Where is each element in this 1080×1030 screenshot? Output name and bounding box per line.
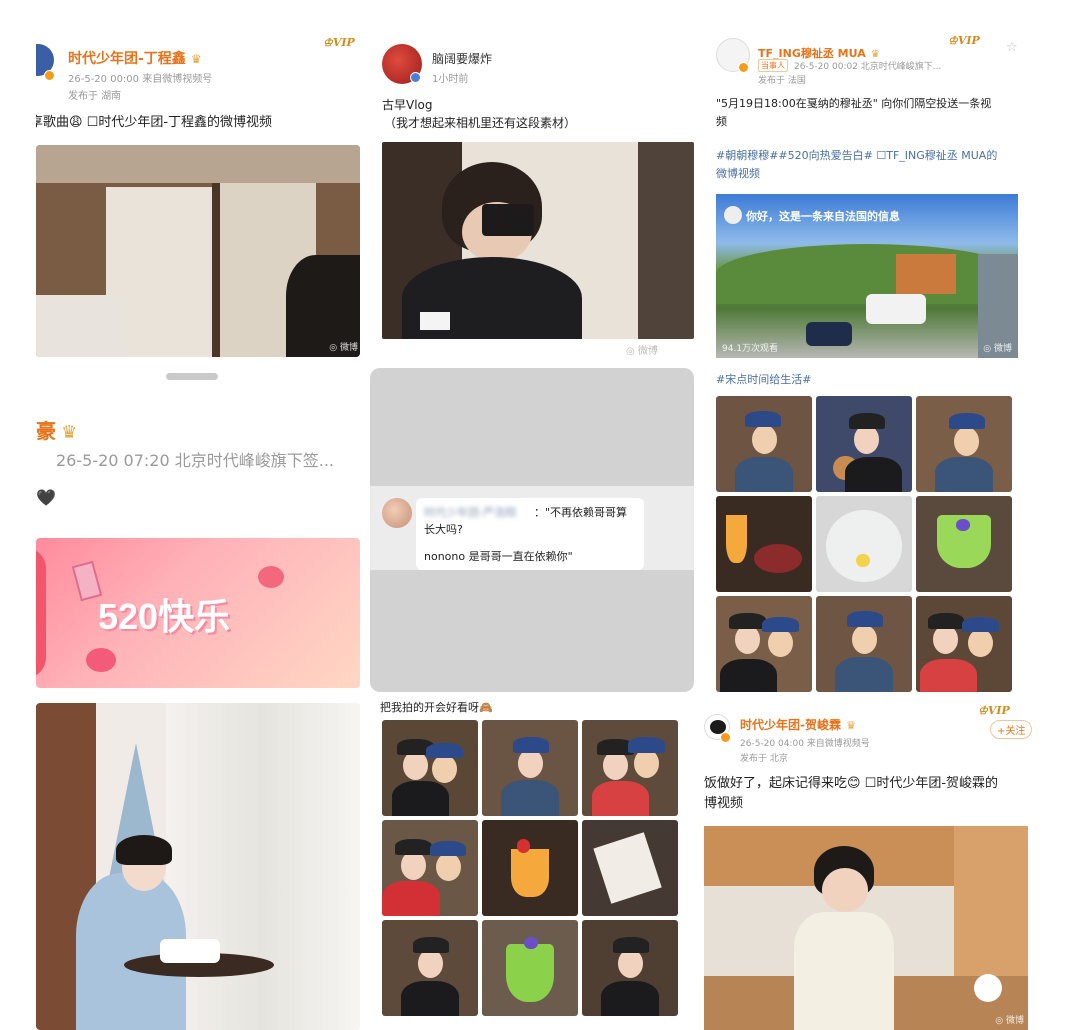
video-caption: 你好，这是一条来自法国的信息 <box>746 210 900 223</box>
verified-badge-icon-right <box>738 62 749 73</box>
banner-520[interactable]: 520快乐 <box>36 538 360 688</box>
quote-avatar <box>382 498 412 528</box>
grid-photo-r3[interactable] <box>916 396 1012 492</box>
verified-badge-icon-mid <box>410 72 421 83</box>
author-name-2[interactable]: 豪 <box>36 419 56 443</box>
grid-photo-5[interactable] <box>482 820 578 916</box>
insider-chip: 当事人 <box>758 59 788 72</box>
author-name[interactable]: 时代少年团-丁程鑫 <box>68 51 186 67</box>
author-name-mid[interactable]: 脑阔要爆炸 <box>432 50 492 67</box>
post-tag-right-2[interactable]: #宋点时间给生活# <box>716 370 811 389</box>
follow-button[interactable]: +关注 <box>990 720 1033 739</box>
grid-photo-r7[interactable] <box>716 596 812 692</box>
post-location-right-3: 发布于 北京 <box>740 754 788 764</box>
grid-photo-1[interactable] <box>382 720 478 816</box>
kitchen-video-thumbnail[interactable]: ◎ 微博 <box>704 826 1028 1030</box>
grid-photo-4[interactable] <box>382 820 478 916</box>
column-left: 时代少年团-丁程鑫 ♛ ♔VIP 26-5-20 00:00 来自微博视频号 发… <box>36 30 360 1030</box>
post-text-right-3-2: 博视频 <box>704 796 744 811</box>
video-channel-avatar <box>724 206 742 224</box>
vlog-video-thumbnail[interactable] <box>382 142 694 339</box>
video-watermark-right-3: ◎ 微博 <box>995 1016 1024 1026</box>
post-text-right-3-1: 饭做好了，起床记得来吃😊 ☐时代少年团-贺峻霖的 <box>704 776 999 791</box>
grid-photo-r2[interactable] <box>816 396 912 492</box>
strawberry-icon <box>258 566 284 588</box>
quote-author-blur: 时代少年团-严浩翔 <box>424 506 516 519</box>
grid-photo-r4[interactable] <box>716 496 812 592</box>
post-text-right-1: "5月19日18:00在戛纳的穆祉丞" 向你们隔空投送一条视 <box>716 97 992 110</box>
video-watermark: ◎ 微博 <box>329 343 358 353</box>
grid-photo-2[interactable] <box>482 720 578 816</box>
grid-photo-r9[interactable] <box>916 596 1012 692</box>
milk-carton-icon <box>71 560 103 602</box>
grid-photo-7[interactable] <box>382 920 478 1016</box>
post-text-right-2: 频 <box>716 115 727 128</box>
grid-photo-r5[interactable] <box>816 496 912 592</box>
post-text-mid-3: 把我拍的开会好看呀🙈 <box>380 701 493 714</box>
grid-photo-9[interactable] <box>582 920 678 1016</box>
video-watermark-right: ◎ 微博 <box>983 344 1012 354</box>
post-location-right: 发布于 法国 <box>758 76 806 86</box>
post-location: 发布于 湖南 <box>68 91 122 102</box>
drag-handle[interactable] <box>166 373 218 380</box>
grid-photo-6[interactable] <box>582 820 678 916</box>
post-photo[interactable] <box>36 703 360 1030</box>
heart-icon <box>86 648 116 672</box>
post-text-mid-1: 古早Vlog <box>382 98 433 112</box>
post-time-source-right: 26-5-20 00:02 北京时代峰峻旗下... <box>794 62 942 72</box>
crown-icon-right-3: ♛ <box>846 719 856 732</box>
post-time-source-right-3: 26-5-20 04:00 来自微博视频号 <box>740 739 870 749</box>
post-tags-right-1[interactable]: #朝朝穆穆##520向热爱告白# ☐TF_ING穆祉丞 MUA的 <box>716 146 997 165</box>
video-views: 94.1万次观看 <box>722 344 779 354</box>
verified-badge-icon <box>44 70 55 81</box>
grid-photo-r8[interactable] <box>816 596 912 692</box>
post-tags-right-2[interactable]: 微博视频 <box>716 164 760 183</box>
grid-photo-r1[interactable] <box>716 396 812 492</box>
grid-photo-r6[interactable] <box>916 496 1012 592</box>
post-text-2: 🖤 <box>36 488 56 507</box>
quote-line-1: ："不再依赖哥哥算 <box>534 506 628 519</box>
quote-card[interactable]: 时代少年团-严浩翔 ："不再依赖哥哥算 长大吗? nonono 是哥哥一直在依赖… <box>370 368 694 692</box>
vip-badge-icon-right: ♔VIP <box>948 34 980 47</box>
video-watermark-mid: ◎ 微博 <box>626 346 658 357</box>
author-name-right-3[interactable]: 时代少年团-贺峻霖 <box>740 718 841 732</box>
column-right: TF_ING穆祉丞 MUA ♛ ♔VIP ☆ 当事人 26-5-20 00:02… <box>704 30 1034 1030</box>
verified-badge-icon-right-3 <box>720 732 731 743</box>
crown-icon: ♛ <box>190 52 202 66</box>
post-video-thumbnail[interactable]: ◎ 微博 <box>36 145 360 357</box>
crown-icon-2: ♛ <box>61 422 78 443</box>
grid-photo-3[interactable] <box>582 720 678 816</box>
vip-badge-icon: ♔VIP <box>323 36 355 49</box>
post-time-source-2: 26-5-20 07:20 北京时代峰峻旗下签... <box>56 451 334 470</box>
grid-photo-8[interactable] <box>482 920 578 1016</box>
quote-line-2: 长大吗? <box>424 523 463 536</box>
post-text-mid-2: （我才想起来相机里还有这段素材） <box>384 116 577 130</box>
star-icon[interactable]: ☆ <box>1006 40 1018 55</box>
column-middle: 脑阔要爆炸 1小时前 古早Vlog （我才想起来相机里还有这段素材） ◎ 微博 … <box>370 30 696 1030</box>
quote-line-3: nonono 是哥哥一直在依赖你" <box>424 550 573 563</box>
post-time-source: 26-5-20 00:00 来自微博视频号 <box>68 74 213 85</box>
france-video-thumbnail[interactable]: 你好，这是一条来自法国的信息 94.1万次观看 ◎ 微博 <box>716 194 1018 358</box>
post-text: 享歌曲😩 ☐时代少年团-丁程鑫的微博视频 <box>36 115 273 130</box>
post-time-mid: 1小时前 <box>432 74 469 85</box>
vip-badge-icon-right-3: ♔VIP <box>978 704 1010 717</box>
banner-text: 520快乐 <box>98 596 231 637</box>
